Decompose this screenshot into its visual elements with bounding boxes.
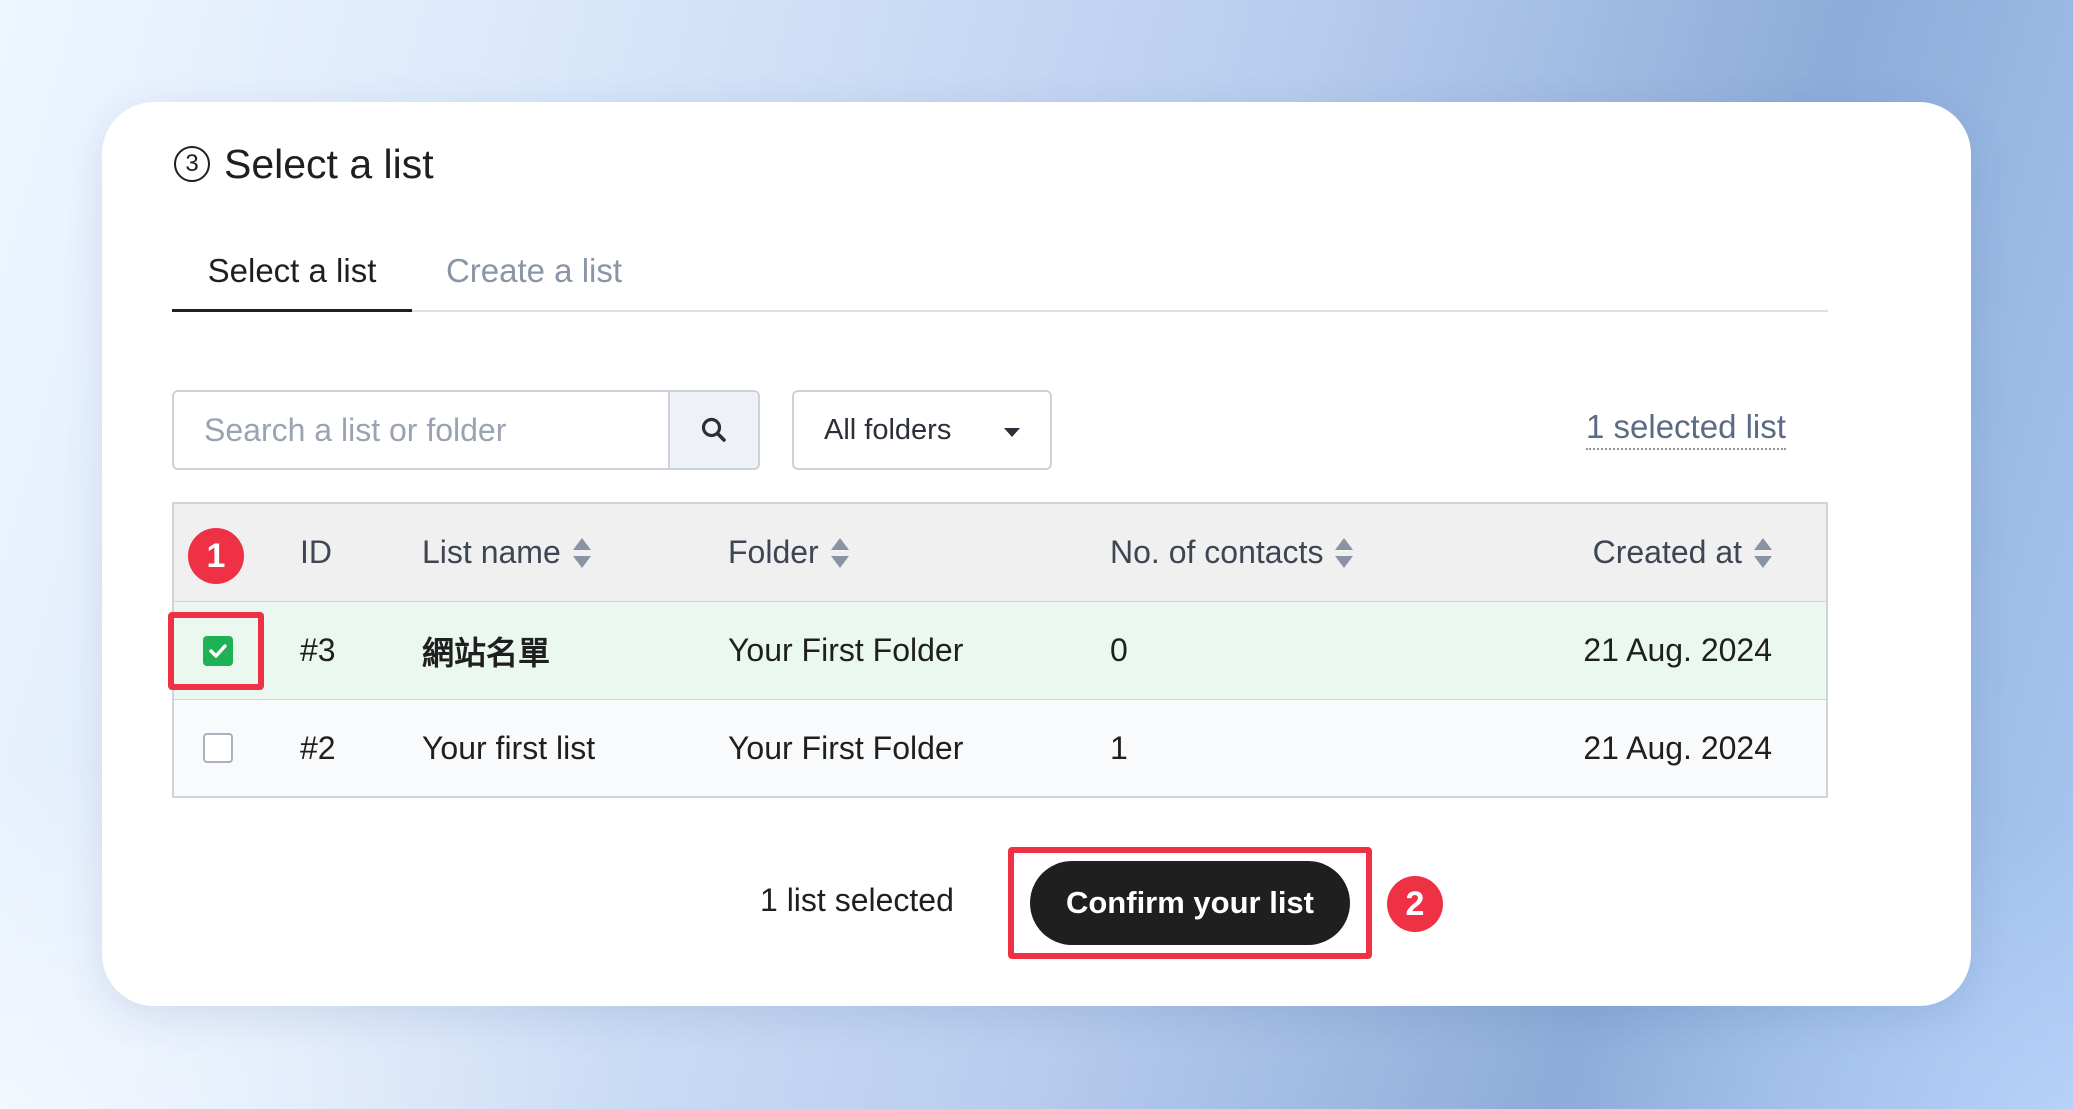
column-header-folder[interactable]: Folder [728, 504, 849, 601]
selected-lists-link[interactable]: 1 selected list [1586, 408, 1786, 450]
lists-table: ID List name Folder No. of contacts Crea… [172, 502, 1828, 798]
column-header-list-name-label: List name [422, 534, 561, 570]
column-header-folder-label: Folder [728, 534, 819, 570]
sort-icon[interactable] [1754, 536, 1772, 570]
table-header-row: ID List name Folder No. of contacts Crea… [174, 504, 1826, 603]
row-id: #2 [300, 729, 336, 766]
column-header-created-at-label: Created at [1592, 534, 1742, 570]
row-contacts: 0 [1110, 632, 1128, 668]
row-folder: Your First Folder [728, 729, 964, 766]
row-created-at: 21 Aug. 2024 [1583, 632, 1772, 668]
search-button[interactable] [668, 392, 758, 468]
row-checkbox-unchecked[interactable] [203, 733, 233, 763]
tab-select-a-list[interactable]: Select a list [172, 232, 412, 312]
sort-icon[interactable] [572, 536, 591, 570]
tab-bar: Select a list Create a list [172, 232, 1828, 312]
search-icon [701, 417, 726, 442]
step-number-badge: 3 [174, 146, 210, 182]
table-row[interactable]: #2 Your first list Your First Folder 1 2… [174, 700, 1826, 796]
annotation-badge-1: 1 [188, 528, 244, 584]
column-header-id: ID [300, 504, 332, 601]
step-title: Select a list [224, 140, 434, 187]
row-created-at: 21 Aug. 2024 [1583, 729, 1772, 766]
row-list-name: 網站名單 [422, 634, 551, 671]
folder-dropdown-value: All folders [824, 413, 952, 446]
row-checkbox-cell [198, 700, 238, 796]
sort-icon[interactable] [1335, 536, 1354, 570]
column-header-contacts-label: No. of contacts [1110, 534, 1324, 570]
column-header-id-label: ID [300, 534, 332, 570]
annotation-highlight-confirm-button [1008, 847, 1372, 959]
row-list-name: Your first list [422, 729, 596, 766]
column-header-list-name[interactable]: List name [422, 504, 591, 601]
row-id: #3 [300, 632, 336, 668]
annotation-highlight-checkbox [168, 612, 264, 690]
row-folder: Your First Folder [728, 632, 964, 668]
column-header-contacts[interactable]: No. of contacts [1110, 504, 1354, 601]
selected-count-label: 1 list selected [760, 882, 954, 918]
caret-down-icon [1004, 428, 1020, 437]
select-list-card: 3 Select a list Select a list Create a l… [102, 102, 1971, 1006]
folder-dropdown[interactable]: All folders [792, 390, 1052, 470]
tab-create-a-list[interactable]: Create a list [412, 232, 656, 310]
column-header-created-at[interactable]: Created at [1593, 504, 1772, 601]
annotation-badge-2: 2 [1387, 876, 1443, 932]
search-box [172, 390, 760, 470]
step-heading: 3 Select a list [174, 138, 434, 190]
table-row[interactable]: #3 網站名單 Your First Folder 0 21 Aug. 2024 [174, 602, 1826, 701]
sort-icon[interactable] [830, 536, 849, 570]
search-input[interactable] [174, 392, 668, 468]
row-contacts: 1 [1110, 729, 1128, 766]
